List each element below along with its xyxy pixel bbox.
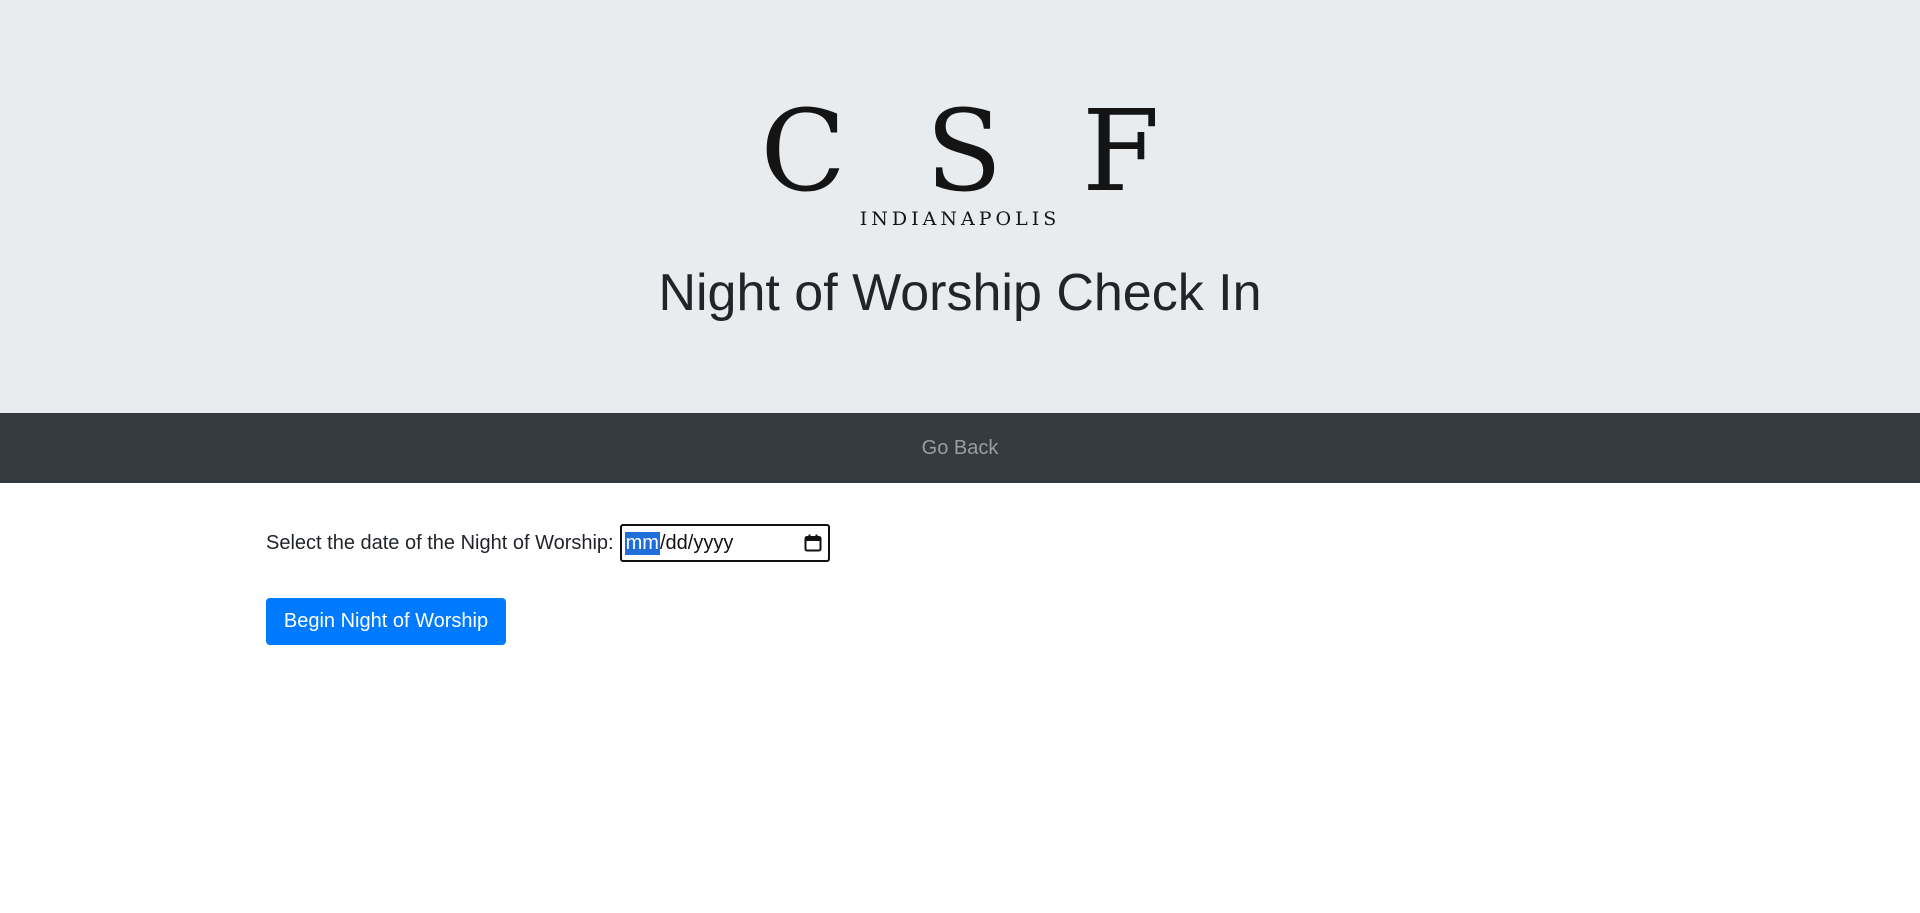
header-jumbotron: C S F INDIANAPOLIS Night of Worship Chec… <box>0 0 1920 413</box>
logo-letters: C S F <box>760 87 1182 217</box>
navbar: Go Back <box>0 413 1920 483</box>
date-form-row: Select the date of the Night of Worship:… <box>266 524 830 562</box>
page-title: Night of Worship Check In <box>658 264 1262 322</box>
calendar-icon[interactable] <box>804 534 822 552</box>
date-month-segment[interactable]: mm <box>624 531 660 555</box>
date-input-value: mm / dd / yyyy <box>624 531 733 555</box>
date-input[interactable]: mm / dd / yyyy <box>619 524 830 562</box>
logo-subtitle: INDIANAPOLIS <box>859 208 1061 230</box>
csf-logo: C S F INDIANAPOLIS <box>0 96 1920 230</box>
begin-night-of-worship-button[interactable]: Begin Night of Worship <box>266 598 506 645</box>
date-day-segment[interactable]: dd <box>666 532 688 555</box>
date-year-segment[interactable]: yyyy <box>693 532 733 555</box>
date-label: Select the date of the Night of Worship: <box>266 531 614 554</box>
go-back-link[interactable]: Go Back <box>0 436 1920 460</box>
